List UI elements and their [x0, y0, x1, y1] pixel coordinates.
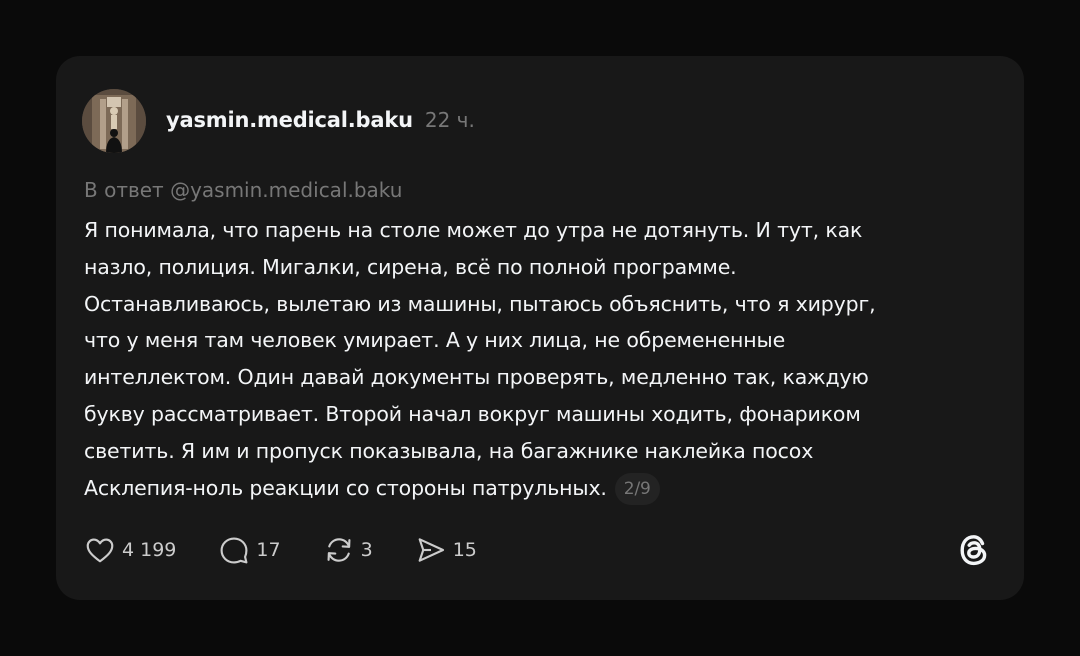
- post-text: Я понимала, что парень на столе может до…: [84, 212, 984, 506]
- comment-button[interactable]: 17: [218, 534, 281, 566]
- post-text-line: Я понимала, что парень на столе может до…: [84, 218, 863, 242]
- avatar[interactable]: [82, 89, 146, 153]
- post-text-line: что у меня там человек умирает. А у них …: [84, 328, 786, 353]
- post-text-line: букву рассматривает. Второй начал вокруг…: [84, 401, 861, 426]
- repost-count: 3: [360, 539, 373, 561]
- heart-icon: [86, 538, 114, 563]
- post-text-line: Асклепия-ноль реакции со стороны патруль…: [84, 470, 984, 507]
- post-text-last-line: Асклепия-ноль реакции со стороны патруль…: [84, 475, 607, 500]
- post-text-line: назло, полиция. Мигалки, сирена, всё по …: [84, 254, 737, 279]
- repost-icon: [327, 538, 351, 562]
- comment-icon: [220, 537, 248, 564]
- comment-count: 17: [256, 539, 281, 561]
- share-button[interactable]: 15: [415, 534, 477, 566]
- repost-button[interactable]: 3: [323, 534, 373, 566]
- page-indicator-badge: 2/9: [614, 472, 660, 505]
- like-count: 4 199: [122, 539, 177, 561]
- reply-to-label[interactable]: В ответ @yasmin.medical.baku: [84, 178, 402, 202]
- post-text-line: Останавливаюсь, вылетаю из машины, пытаю…: [84, 291, 876, 316]
- post-text-line: интеллектом. Один давай документы провер…: [84, 365, 869, 390]
- post-text-line: светить. Я им и пропуск показывала, на б…: [84, 438, 814, 463]
- post-header: yasmin.medical.baku 22 ч.: [166, 108, 475, 138]
- post-card: yasmin.medical.baku 22 ч. В ответ @yasmi…: [56, 56, 1024, 600]
- username[interactable]: yasmin.medical.baku: [166, 108, 413, 132]
- send-icon: [418, 538, 444, 562]
- like-button[interactable]: 4 199: [84, 534, 176, 566]
- timestamp[interactable]: 22 ч.: [425, 108, 475, 132]
- action-bar: 4 199 17 3 15: [84, 530, 519, 570]
- threads-logo-icon[interactable]: [954, 530, 994, 570]
- share-count: 15: [452, 539, 477, 561]
